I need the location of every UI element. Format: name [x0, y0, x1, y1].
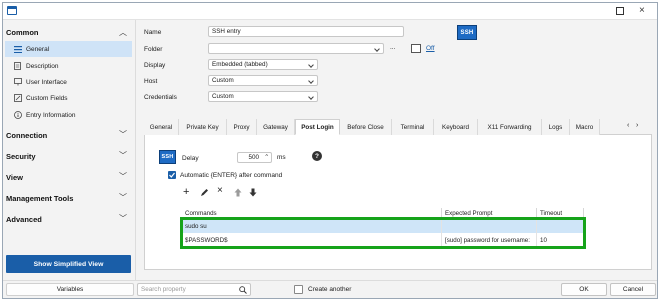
tab-post-login[interactable]: Post Login [295, 119, 340, 135]
tab-macro[interactable]: Macro [570, 119, 600, 135]
variables-label: Variables [56, 286, 84, 293]
host-label: Host [144, 78, 158, 85]
chevron-down-icon[interactable]: ﹀ [119, 150, 127, 161]
stepper-arrows-icon[interactable]: ⌃ [264, 153, 269, 161]
status-bar: Variables Search property Create another… [3, 280, 657, 298]
create-another-checkbox[interactable] [294, 285, 303, 294]
sidebar-item-custom-fields[interactable]: Custom Fields [5, 90, 132, 106]
link-icon[interactable] [411, 44, 421, 53]
sidebar-item-description[interactable]: Description [5, 58, 132, 74]
auto-enter-label: Automatic {ENTER} after command [180, 172, 283, 179]
off-link[interactable]: Off [426, 45, 435, 52]
delay-label: Delay [182, 155, 199, 162]
folder-dropdown[interactable] [208, 43, 384, 54]
sidebar-item-user-interface[interactable]: User Interface [5, 74, 132, 90]
close-icon[interactable]: × [639, 5, 645, 16]
help-icon[interactable]: ? [312, 151, 322, 161]
highlight-box [180, 217, 586, 249]
ssh-logo-icon: SSH [457, 25, 477, 40]
maximize-icon[interactable] [616, 7, 624, 15]
sidebar-item-label: Custom Fields [26, 94, 68, 102]
tab-x11-forwarding[interactable]: X11 Forwarding [478, 119, 542, 135]
sidebar-item-general[interactable]: General [5, 41, 132, 57]
cancel-button[interactable]: Cancel [610, 283, 656, 296]
sidebar-item-label: User Interface [26, 78, 67, 86]
title-bar: × [3, 3, 657, 20]
tab-scroll-right-icon[interactable]: › [636, 122, 638, 129]
variables-button[interactable]: Variables [6, 283, 134, 296]
search-placeholder: Search property [141, 286, 186, 293]
tab-keyboard[interactable]: Keyboard [434, 119, 478, 135]
sidebar-item-label: Entry Information [26, 111, 76, 119]
display-dropdown[interactable]: Embedded (tabbed) [208, 59, 318, 70]
name-field[interactable]: SSH entry [208, 26, 404, 37]
sidebar-item-label: General [26, 45, 50, 53]
chevron-up-icon[interactable]: ︿ [119, 27, 127, 38]
sidebar-item-entry-information[interactable]: Entry Information [5, 107, 132, 123]
delete-icon[interactable]: × [217, 185, 223, 196]
delay-value: 500 [248, 154, 259, 161]
search-icon[interactable] [239, 286, 247, 296]
tab-gateway[interactable]: Gateway [257, 119, 295, 135]
add-icon[interactable]: + [183, 187, 189, 198]
folder-browse-button[interactable]: ... [390, 44, 395, 51]
name-label: Name [144, 29, 162, 36]
credentials-label: Credentials [144, 94, 177, 101]
folder-label: Folder [144, 46, 163, 53]
tab-private-key[interactable]: Private Key [179, 119, 227, 135]
section-advanced[interactable]: Advanced [6, 215, 42, 224]
list-icon [13, 45, 22, 53]
document-icon [13, 62, 22, 70]
tab-before-close[interactable]: Before Close [340, 119, 392, 135]
show-simplified-view-button[interactable]: Show Simplified View [6, 255, 131, 273]
chevron-down-icon[interactable]: ﹀ [119, 171, 127, 182]
sidebar: Common ︿ General Description User Interf… [3, 20, 136, 280]
credentials-dropdown[interactable]: Custom [208, 91, 318, 102]
edit-icon[interactable] [200, 188, 209, 199]
chevron-down-icon[interactable]: ﹀ [119, 129, 127, 140]
checkmark-icon [169, 172, 175, 178]
auto-enter-checkbox[interactable] [168, 171, 176, 179]
sidebar-item-label: Description [26, 62, 59, 70]
display-label: Display [144, 62, 166, 69]
move-down-icon[interactable] [249, 188, 257, 199]
info-icon [13, 111, 22, 119]
tab-terminal[interactable]: Terminal [392, 119, 434, 135]
monitor-icon [13, 78, 22, 86]
tab-general[interactable]: General [144, 119, 179, 135]
tab-proxy[interactable]: Proxy [227, 119, 257, 135]
post-login-panel: SSH Delay 500 ⌃ ms ? Automatic {ENTER} a… [144, 135, 652, 270]
section-connection[interactable]: Connection [6, 131, 47, 140]
search-property-input[interactable]: Search property [137, 283, 251, 296]
host-dropdown[interactable]: Custom [208, 75, 318, 86]
section-common[interactable]: Common [6, 28, 39, 37]
move-up-icon[interactable] [234, 188, 242, 199]
ssh-logo-icon: SSH [159, 150, 176, 164]
section-view[interactable]: View [6, 173, 23, 182]
tab-logs[interactable]: Logs [542, 119, 570, 135]
chevron-down-icon[interactable]: ﹀ [119, 192, 127, 203]
main-panel: Name SSH entry Folder ... Off Display Em… [137, 20, 657, 280]
chevron-down-icon[interactable]: ﹀ [119, 213, 127, 224]
section-security[interactable]: Security [6, 152, 36, 161]
create-another-label: Create another [308, 286, 352, 293]
entry-dialog-window: × Common ︿ General Description User Inte… [2, 2, 658, 299]
commands-table: Commands Expected Prompt Timeout sudo su… [180, 208, 623, 270]
tab-strip: General Private Key Proxy Gateway Post L… [144, 119, 652, 135]
delay-unit: ms [277, 154, 286, 161]
tab-scroll-left-icon[interactable]: ‹ [627, 122, 629, 129]
app-icon [7, 6, 17, 15]
ok-button[interactable]: OK [561, 283, 607, 296]
section-management-tools[interactable]: Management Tools [6, 194, 73, 203]
edit-field-icon [13, 94, 22, 102]
